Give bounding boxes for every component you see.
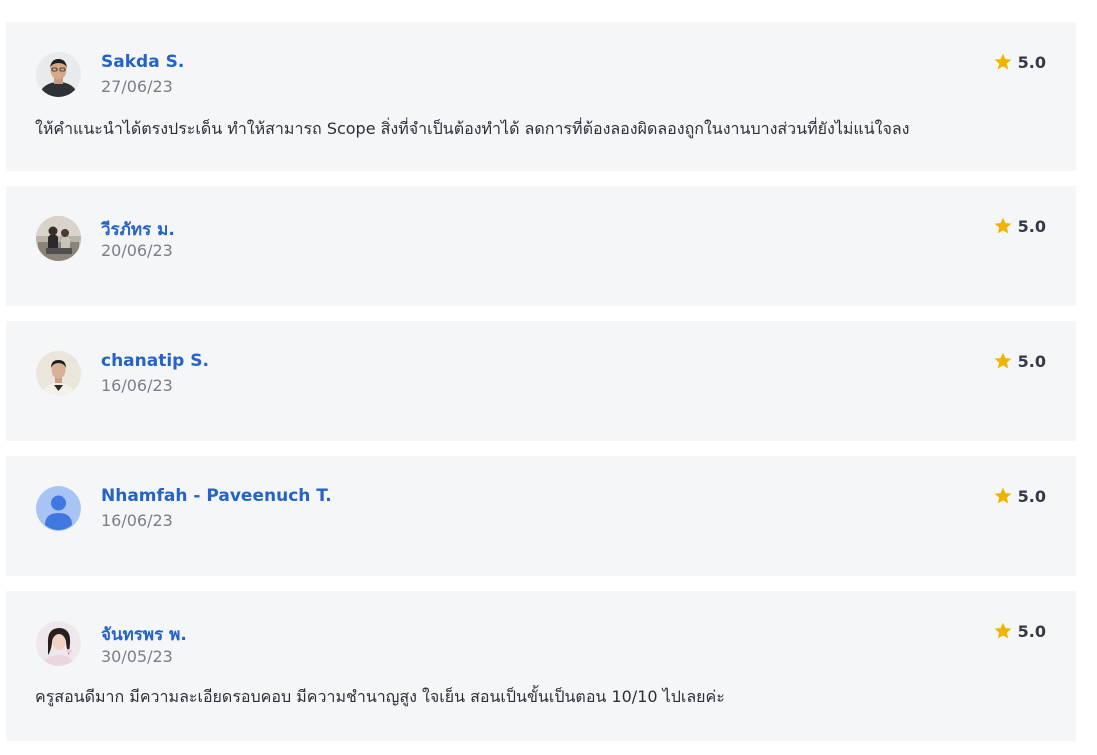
star-icon [993,351,1013,371]
rating-value: 5.0 [1017,52,1046,72]
rating: 5.0 [993,621,1046,641]
default-user-icon[interactable] [36,486,81,531]
review-card: Nhamfah - Paveenuch T. 16/06/23 5.0 [6,456,1076,576]
avatar[interactable] [36,216,81,261]
star-icon [993,621,1013,641]
rating: 5.0 [993,486,1046,506]
star-icon [993,216,1013,236]
reviews-list: Sakda S. 27/06/23 5.0 ให้คำแนะนำได้ตรงปร… [0,0,1097,755]
rating: 5.0 [993,216,1046,236]
review-card: จันทรพร พ. 30/05/23 5.0 ครูสอนดีมาก มีคว… [6,591,1076,741]
reviewer-name[interactable]: Nhamfah - Paveenuch T. [101,486,332,506]
review-date: 16/06/23 [101,376,173,395]
review-card: Sakda S. 27/06/23 5.0 ให้คำแนะนำได้ตรงปร… [6,22,1076,171]
rating-value: 5.0 [1017,621,1046,641]
rating: 5.0 [993,351,1046,371]
avatar[interactable] [36,351,81,396]
reviewer-name[interactable]: chanatip S. [101,351,209,371]
rating-value: 5.0 [1017,216,1046,236]
reviewer-name[interactable]: จันทรพร พ. [101,621,187,648]
rating: 5.0 [993,52,1046,72]
star-icon [993,486,1013,506]
review-date: 30/05/23 [101,647,173,666]
reviewer-name[interactable]: Sakda S. [101,52,184,72]
review-card: chanatip S. 16/06/23 5.0 [6,321,1076,441]
review-card: วีรภัทร ม. 20/06/23 5.0 [6,186,1076,306]
avatar[interactable] [36,621,81,666]
review-date: 16/06/23 [101,511,173,530]
reviewer-name[interactable]: วีรภัทร ม. [101,216,175,243]
review-date: 27/06/23 [101,77,173,96]
review-date: 20/06/23 [101,241,173,260]
review-comment: ให้คำแนะนำได้ตรงประเด็น ทำให้สามารถ Scop… [35,119,910,138]
rating-value: 5.0 [1017,351,1046,371]
star-icon [993,52,1013,72]
review-comment: ครูสอนดีมาก มีความละเอียดรอบคอบ มีความชำ… [35,687,725,706]
rating-value: 5.0 [1017,486,1046,506]
avatar[interactable] [36,52,81,97]
